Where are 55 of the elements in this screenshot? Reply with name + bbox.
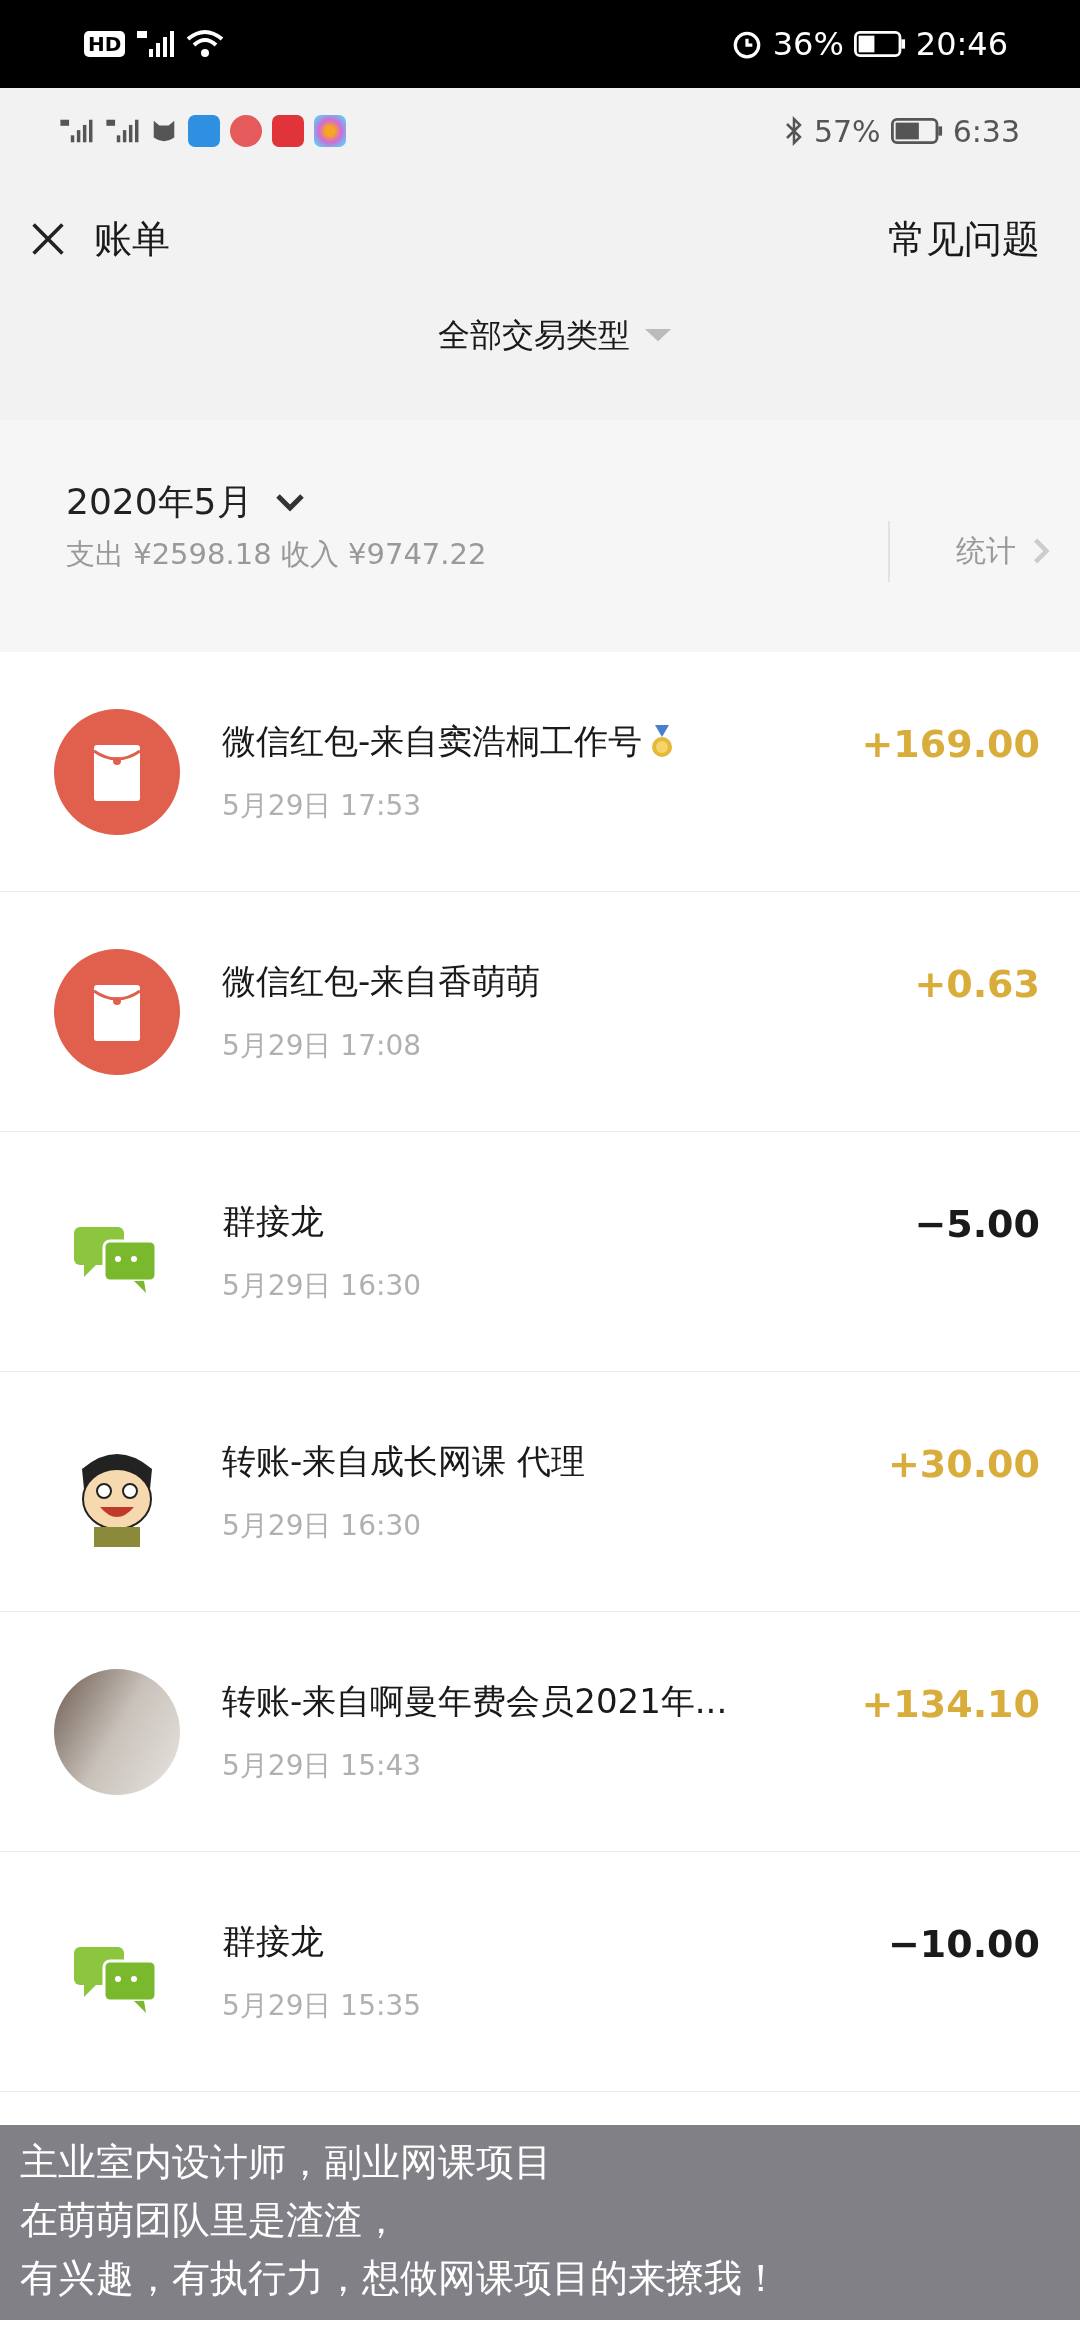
transaction-row[interactable]: 群接龙 5月29日 15:35 −10.00 bbox=[0, 1852, 1080, 2092]
transaction-title: 微信红包-来自香萌萌 bbox=[222, 959, 541, 1003]
page-title: 账单 bbox=[94, 215, 170, 263]
transaction-title: 微信红包-来自窦浩桐工作号 bbox=[222, 719, 643, 763]
clock: 20:46 bbox=[915, 25, 1008, 63]
transaction-time: 5月29日 15:43 bbox=[222, 1747, 423, 1784]
chevron-down-icon bbox=[274, 492, 305, 512]
battery-icon bbox=[890, 118, 943, 144]
caption-line: 在萌萌团队里是渣渣， bbox=[20, 2197, 401, 2244]
bluetooth-icon bbox=[783, 116, 804, 146]
mascot-app-icon bbox=[230, 115, 262, 147]
transaction-title: 转账-来自成长网课 代理 bbox=[222, 1439, 586, 1483]
transaction-time: 5月29日 16:30 bbox=[222, 1507, 423, 1544]
battery-percent: 57% bbox=[813, 113, 881, 149]
signal-icon bbox=[135, 29, 176, 59]
transaction-title: 群接龙 bbox=[222, 1919, 324, 1963]
transaction-row[interactable]: 微信红包-来自香萌萌 5月29日 17:08 +0.63 bbox=[0, 892, 1080, 1132]
close-icon[interactable] bbox=[30, 221, 66, 257]
transaction-title: 群接龙 bbox=[222, 1199, 324, 1243]
chevron-right-icon bbox=[1032, 537, 1050, 565]
signal-icon bbox=[104, 118, 140, 144]
signal-icon bbox=[58, 118, 94, 144]
transaction-amount: −10.00 bbox=[887, 1922, 1040, 1966]
transaction-time: 5月29日 17:08 bbox=[222, 1027, 423, 1064]
battery-icon bbox=[853, 31, 906, 57]
transaction-row[interactable]: 微信红包-来自窦浩桐工作号 5月29日 17:53 +169.00 bbox=[0, 652, 1080, 892]
medal-icon bbox=[650, 724, 675, 759]
transaction-time: 5月29日 17:53 bbox=[222, 787, 423, 824]
wifi-icon bbox=[185, 29, 226, 59]
transaction-row[interactable]: 转账-来自成长网课 代理 5月29日 16:30 +30.00 bbox=[0, 1372, 1080, 1612]
caption-line: 有兴趣，有执行力，想做网课项目的来撩我！ bbox=[20, 2255, 781, 2302]
transaction-row[interactable]: 群接龙 5月29日 16:30 −5.00 bbox=[0, 1132, 1080, 1372]
wallet-app-icon bbox=[188, 115, 220, 147]
dropdown-triangle-icon bbox=[644, 329, 672, 343]
app-icon bbox=[272, 115, 304, 147]
transaction-amount: +0.63 bbox=[914, 962, 1040, 1006]
transaction-time: 5月29日 16:30 bbox=[222, 1267, 423, 1304]
transaction-title: 转账-来自啊曼年费会员2021年... bbox=[222, 1679, 728, 1723]
faq-link[interactable]: 常见问题 bbox=[888, 213, 1040, 265]
hd-icon: HD bbox=[84, 31, 126, 57]
envelope-icon bbox=[54, 708, 180, 835]
transaction-time: 5月29日 15:35 bbox=[222, 1987, 423, 2024]
month-summary: 支出 ¥2598.18 收入 ¥9747.22 bbox=[66, 535, 487, 573]
gallery-app-icon bbox=[314, 115, 346, 147]
battery-percent: 36% bbox=[772, 25, 844, 63]
transaction-row[interactable]: 转账-来自啊曼年费会员2021年... 5月29日 15:43 +134.10 bbox=[0, 1612, 1080, 1852]
transaction-amount: −5.00 bbox=[914, 1202, 1040, 1246]
transaction-amount: +30.00 bbox=[887, 1442, 1040, 1486]
transaction-amount: +134.10 bbox=[861, 1682, 1040, 1726]
envelope-icon bbox=[54, 948, 180, 1075]
month-selector[interactable]: 2020年5月 bbox=[66, 477, 487, 527]
transaction-amount: +169.00 bbox=[861, 722, 1040, 766]
clock: 6:33 bbox=[952, 113, 1020, 149]
caption-line: 主业室内设计师，副业网课项目 bbox=[20, 2139, 553, 2186]
transaction-type-dropdown[interactable]: 全部交易类型 bbox=[428, 304, 682, 368]
